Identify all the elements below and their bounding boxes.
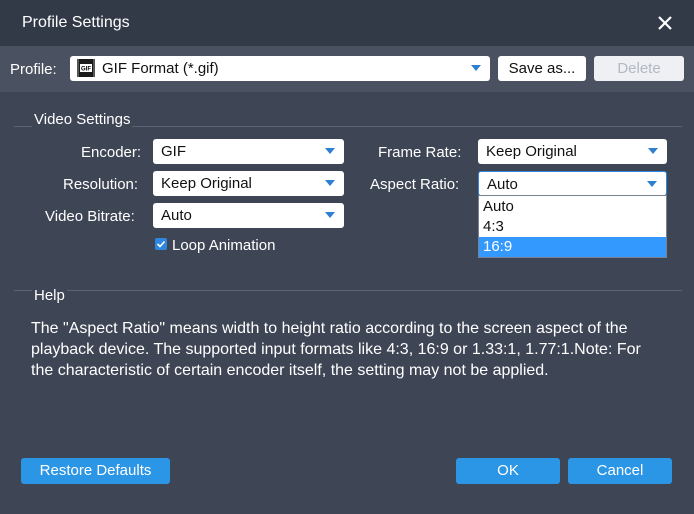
profile-label: Profile: — [10, 61, 57, 78]
resolution-value: Keep Original — [161, 175, 252, 192]
svg-text:GIF: GIF — [81, 67, 91, 73]
profile-select-value: GIF Format (*.gif) — [102, 60, 219, 77]
resolution-select[interactable]: Keep Original — [153, 171, 344, 196]
aspect-ratio-dropdown: Auto 4:3 16:9 — [478, 195, 667, 258]
loop-animation-label: Loop Animation — [172, 237, 276, 254]
cancel-button[interactable]: Cancel — [568, 458, 672, 484]
aspect-option-16-9[interactable]: 16:9 — [479, 237, 666, 257]
resolution-label: Resolution: — [63, 176, 139, 193]
chevron-down-icon — [325, 180, 335, 186]
delete-button[interactable]: Delete — [594, 56, 684, 81]
restore-defaults-button[interactable]: Restore Defaults — [21, 458, 170, 484]
encoder-select[interactable]: GIF — [153, 139, 344, 164]
chevron-down-icon — [325, 148, 335, 154]
window-title: Profile Settings — [22, 14, 130, 31]
ok-button[interactable]: OK — [456, 458, 560, 484]
gif-file-icon: GIF — [77, 59, 95, 77]
aspect-option-auto[interactable]: Auto — [479, 197, 666, 217]
title-bar: Profile Settings — [0, 0, 694, 46]
close-icon[interactable] — [652, 10, 678, 36]
encoder-label: Encoder: — [81, 144, 142, 161]
chevron-down-icon — [648, 148, 658, 154]
video-bitrate-label: Video Bitrate: — [45, 208, 135, 225]
chevron-down-icon — [471, 65, 481, 71]
frame-rate-value: Keep Original — [486, 143, 577, 160]
aspect-ratio-select[interactable]: Auto — [478, 171, 667, 196]
chevron-down-icon — [325, 212, 335, 218]
help-text: The "Aspect Ratio" means width to height… — [31, 320, 641, 379]
loop-animation-checkbox[interactable] — [155, 238, 167, 250]
checkmark-icon — [156, 240, 166, 248]
frame-rate-label: Frame Rate: — [378, 144, 462, 161]
encoder-value: GIF — [161, 143, 186, 160]
help-section-divider — [14, 290, 682, 291]
aspect-ratio-label: Aspect Ratio: — [370, 176, 460, 193]
video-bitrate-select[interactable]: Auto — [153, 203, 344, 228]
video-settings-title: Video Settings — [32, 111, 133, 128]
profile-select[interactable]: GIF Format (*.gif) — [70, 56, 490, 81]
aspect-ratio-value: Auto — [487, 176, 518, 193]
help-title: Help — [32, 287, 67, 304]
video-bitrate-value: Auto — [161, 207, 192, 224]
aspect-option-4-3[interactable]: 4:3 — [479, 217, 666, 237]
save-as-button[interactable]: Save as... — [498, 56, 586, 81]
chevron-down-icon — [647, 181, 657, 187]
frame-rate-select[interactable]: Keep Original — [478, 139, 667, 164]
